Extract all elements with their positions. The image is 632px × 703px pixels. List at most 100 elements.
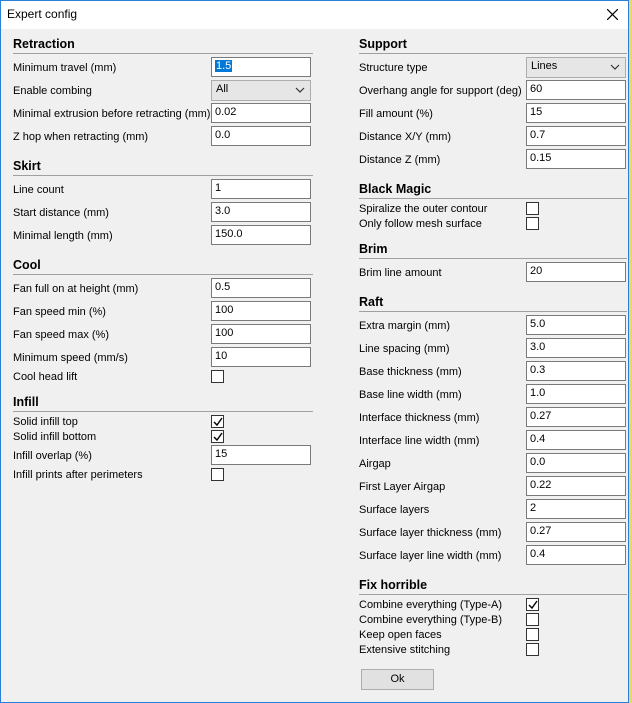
airgap-input[interactable]: 0.0 <box>526 453 626 473</box>
distance-xy-label: Distance X/Y (mm) <box>359 131 452 143</box>
min-speed-input[interactable]: 10 <box>211 347 311 367</box>
start-distance-label: Start distance (mm) <box>13 207 109 219</box>
section-brim-title: Brim <box>359 242 388 256</box>
min-travel-label: Minimum travel (mm) <box>13 62 117 74</box>
close-button[interactable] <box>598 1 628 29</box>
extra-margin-input[interactable]: 5.0 <box>526 315 626 335</box>
stitching-checkbox[interactable] <box>526 643 539 656</box>
structure-type-select[interactable]: Lines <box>526 57 626 78</box>
fill-amount-input[interactable]: 15 <box>526 103 626 123</box>
base-line-width-label: Base line width (mm) <box>359 389 462 401</box>
surface-layer-line-width-input[interactable]: 0.4 <box>526 545 626 565</box>
enable-combing-value: All <box>216 83 229 95</box>
surface-layer-thickness-input[interactable]: 0.27 <box>526 522 626 542</box>
section-skirt-title: Skirt <box>13 159 41 173</box>
title-bar[interactable]: Expert config <box>1 1 628 29</box>
min-extrusion-input[interactable]: 0.02 <box>211 103 311 123</box>
chevron-down-icon <box>295 87 305 93</box>
divider <box>359 311 627 312</box>
infill-overlap-label: Infill overlap (%) <box>13 450 92 462</box>
fan-min-label: Fan speed min (%) <box>13 306 106 318</box>
chevron-down-icon <box>610 64 620 70</box>
line-spacing-label: Line spacing (mm) <box>359 343 450 355</box>
close-icon <box>607 9 618 20</box>
base-thickness-label: Base thickness (mm) <box>359 366 462 378</box>
overhang-angle-input[interactable]: 60 <box>526 80 626 100</box>
base-line-width-input[interactable]: 1.0 <box>526 384 626 404</box>
min-travel-value: 1.5 <box>215 60 233 72</box>
z-hop-input[interactable]: 0.0 <box>211 126 311 146</box>
divider <box>359 594 627 595</box>
section-retraction-title: Retraction <box>13 37 75 51</box>
fan-max-input[interactable]: 100 <box>211 324 311 344</box>
divider <box>359 53 627 54</box>
combine-a-checkbox[interactable] <box>526 598 539 611</box>
ok-button[interactable]: Ok <box>361 669 434 690</box>
surface-layers-input[interactable]: 2 <box>526 499 626 519</box>
min-extrusion-label: Minimal extrusion before retracting (mm) <box>13 108 211 120</box>
structure-type-value: Lines <box>531 60 558 72</box>
divider <box>13 274 313 275</box>
first-layer-airgap-input[interactable]: 0.22 <box>526 476 626 496</box>
surface-layer-line-width-label: Surface layer line width (mm) <box>359 550 502 562</box>
solid-top-label: Solid infill top <box>13 416 78 428</box>
fan-min-input[interactable]: 100 <box>211 301 311 321</box>
divider <box>13 175 313 176</box>
combine-b-checkbox[interactable] <box>526 613 539 626</box>
start-distance-input[interactable]: 3.0 <box>211 202 311 222</box>
open-faces-checkbox[interactable] <box>526 628 539 641</box>
section-infill-title: Infill <box>13 395 39 409</box>
line-count-input[interactable]: 1 <box>211 179 311 199</box>
distance-z-input[interactable]: 0.15 <box>526 149 626 169</box>
surface-layers-label: Surface layers <box>359 504 430 516</box>
open-faces-label: Keep open faces <box>359 629 442 641</box>
brim-line-amount-label: Brim line amount <box>359 267 442 279</box>
interface-line-width-input[interactable]: 0.4 <box>526 430 626 450</box>
section-support-title: Support <box>359 37 407 51</box>
distance-z-label: Distance Z (mm) <box>359 154 441 166</box>
interface-thickness-input[interactable]: 0.27 <box>526 407 626 427</box>
line-spacing-input[interactable]: 3.0 <box>526 338 626 358</box>
stitching-label: Extensive stitching <box>359 644 451 656</box>
divider <box>359 198 627 199</box>
infill-overlap-input[interactable]: 15 <box>211 445 311 465</box>
brim-line-amount-input[interactable]: 20 <box>526 262 626 282</box>
section-cool-title: Cool <box>13 258 41 272</box>
fan-max-label: Fan speed max (%) <box>13 329 109 341</box>
divider <box>359 258 627 259</box>
enable-combing-select[interactable]: All <box>211 80 311 101</box>
checkmark-icon <box>528 600 538 610</box>
after-perimeters-label: Infill prints after perimeters <box>13 469 143 481</box>
distance-xy-input[interactable]: 0.7 <box>526 126 626 146</box>
fill-amount-label: Fill amount (%) <box>359 108 433 120</box>
line-count-label: Line count <box>13 184 64 196</box>
head-lift-label: Cool head lift <box>13 371 78 383</box>
min-speed-label: Minimum speed (mm/s) <box>13 352 128 364</box>
combine-b-label: Combine everything (Type-B) <box>359 614 503 626</box>
solid-bottom-checkbox[interactable] <box>211 430 224 443</box>
overhang-angle-label: Overhang angle for support (deg) <box>359 85 522 97</box>
interface-line-width-label: Interface line width (mm) <box>359 435 480 447</box>
window-title: Expert config <box>7 7 78 21</box>
fan-full-label: Fan full on at height (mm) <box>13 283 139 295</box>
section-fix-horrible-title: Fix horrible <box>359 578 428 592</box>
divider <box>13 53 313 54</box>
checkmark-icon <box>213 432 223 442</box>
mesh-surface-checkbox[interactable] <box>526 217 539 230</box>
combine-a-label: Combine everything (Type-A) <box>359 599 503 611</box>
interface-thickness-label: Interface thickness (mm) <box>359 412 480 424</box>
extra-margin-label: Extra margin (mm) <box>359 320 451 332</box>
head-lift-checkbox[interactable] <box>211 370 224 383</box>
spiralize-label: Spiralize the outer contour <box>359 203 488 215</box>
min-length-input[interactable]: 150.0 <box>211 225 311 245</box>
spiralize-checkbox[interactable] <box>526 202 539 215</box>
base-thickness-input[interactable]: 0.3 <box>526 361 626 381</box>
fan-full-input[interactable]: 0.5 <box>211 278 311 298</box>
section-raft-title: Raft <box>359 295 384 309</box>
divider <box>13 411 313 412</box>
after-perimeters-checkbox[interactable] <box>211 468 224 481</box>
solid-top-checkbox[interactable] <box>211 415 224 428</box>
first-layer-airgap-label: First Layer Airgap <box>359 481 446 493</box>
min-travel-input[interactable]: 1.5 <box>211 57 311 77</box>
section-black-magic-title: Black Magic <box>359 182 432 196</box>
